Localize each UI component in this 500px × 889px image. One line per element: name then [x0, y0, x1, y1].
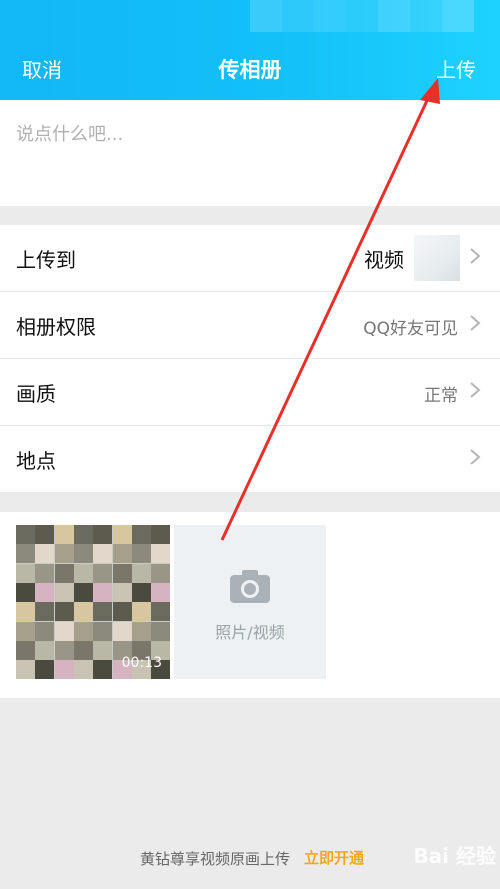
video-pixel	[35, 582, 55, 602]
setting-album-permission[interactable]: 相册权限 QQ好友可见	[0, 292, 500, 359]
video-pixel	[54, 525, 74, 544]
caption-area	[0, 100, 500, 206]
video-pixel	[35, 660, 55, 679]
video-pixel	[131, 563, 151, 583]
blur-pixel	[442, 0, 474, 32]
setting-label: 画质	[16, 382, 56, 406]
video-thumbnail[interactable]: 00:13	[16, 525, 170, 679]
video-pixel	[73, 621, 93, 641]
video-pixel	[112, 621, 132, 641]
blur-pixel	[410, 0, 442, 32]
promo-link[interactable]: 立即开通	[304, 847, 364, 868]
video-pixel	[131, 582, 151, 602]
video-pixel	[131, 621, 151, 641]
video-pixel	[16, 544, 35, 564]
chevron-right-icon	[470, 248, 481, 264]
video-pixel	[151, 563, 170, 583]
video-pixel	[35, 621, 55, 641]
video-pixel	[112, 525, 132, 544]
video-pixel	[93, 640, 113, 660]
video-pixel	[73, 640, 93, 660]
video-pixel	[151, 525, 170, 544]
video-pixel	[93, 563, 113, 583]
blur-pixel	[282, 0, 314, 32]
video-pixel	[131, 544, 151, 564]
video-pixel	[16, 660, 35, 679]
setting-quality[interactable]: 画质 正常	[0, 359, 500, 426]
camera-icon	[230, 570, 270, 603]
setting-label: 地点	[16, 449, 56, 473]
video-pixel	[54, 582, 74, 602]
watermark-logo: Bai 经验	[413, 844, 496, 868]
video-pixel	[73, 582, 93, 602]
album-name: 视频	[364, 248, 404, 272]
video-pixel	[54, 602, 74, 622]
setting-location[interactable]: 地点	[0, 426, 500, 492]
video-pixel	[93, 582, 113, 602]
video-pixel	[73, 602, 93, 622]
video-pixel	[93, 660, 113, 679]
video-pixel	[16, 640, 35, 660]
video-pixel	[35, 563, 55, 583]
chevron-right-icon	[470, 449, 481, 465]
video-pixel	[73, 563, 93, 583]
add-media-label: 照片/视频	[215, 623, 285, 642]
video-pixel	[35, 640, 55, 660]
video-pixel	[93, 602, 113, 622]
video-pixel	[16, 563, 35, 583]
video-pixel	[54, 660, 74, 679]
video-pixel	[16, 582, 35, 602]
album-thumbnail	[414, 235, 460, 281]
video-pixel	[93, 525, 113, 544]
chevron-right-icon	[470, 315, 481, 331]
video-pixel	[73, 544, 93, 564]
video-pixel	[35, 544, 55, 564]
video-pixel	[112, 602, 132, 622]
video-pixel	[35, 602, 55, 622]
video-pixel	[73, 525, 93, 544]
video-pixel	[151, 544, 170, 564]
top-bar: 取消 传相册 上传	[0, 0, 500, 100]
blur-pixel	[346, 0, 378, 32]
blur-pixel	[314, 0, 346, 32]
page-title: 传相册	[218, 58, 282, 82]
settings-list: 上传到 视频 相册权限 QQ好友可见 画质 正常 地点	[0, 225, 500, 492]
video-pixel	[16, 602, 35, 622]
video-pixel	[151, 582, 170, 602]
video-pixel	[54, 563, 74, 583]
upload-button[interactable]: 上传	[436, 54, 476, 83]
video-duration: 00:13	[121, 655, 162, 671]
caption-input[interactable]	[16, 124, 476, 145]
video-pixel	[54, 544, 74, 564]
video-pixel	[73, 660, 93, 679]
setting-upload-to[interactable]: 上传到 视频	[0, 225, 500, 292]
chevron-right-icon	[470, 382, 481, 398]
video-pixel	[35, 525, 55, 544]
blur-pixel	[250, 0, 282, 32]
video-pixel	[54, 621, 74, 641]
media-area: 00:13 照片/视频	[0, 512, 500, 698]
quality-value: 正常	[424, 386, 458, 406]
setting-label: 相册权限	[16, 315, 96, 339]
video-pixel	[112, 582, 132, 602]
video-pixel	[151, 602, 170, 622]
video-pixel	[131, 602, 151, 622]
video-pixel	[112, 563, 132, 583]
promo-text: 黄钻尊享视频原画上传	[139, 850, 290, 868]
footer-bar: 黄钻尊享视频原画上传 立即开通 Bai 经验	[0, 844, 500, 872]
setting-label: 上传到	[16, 248, 76, 272]
video-pixel	[16, 525, 35, 544]
video-pixel	[151, 621, 170, 641]
video-pixel	[131, 525, 151, 544]
add-photo-video-button[interactable]: 照片/视频	[174, 525, 326, 679]
blur-pixel	[378, 0, 410, 32]
video-pixel	[16, 621, 35, 641]
video-pixel	[54, 640, 74, 660]
permission-value: QQ好友可见	[363, 319, 458, 339]
video-pixel	[93, 621, 113, 641]
video-pixel	[112, 544, 132, 564]
video-pixel	[93, 544, 113, 564]
